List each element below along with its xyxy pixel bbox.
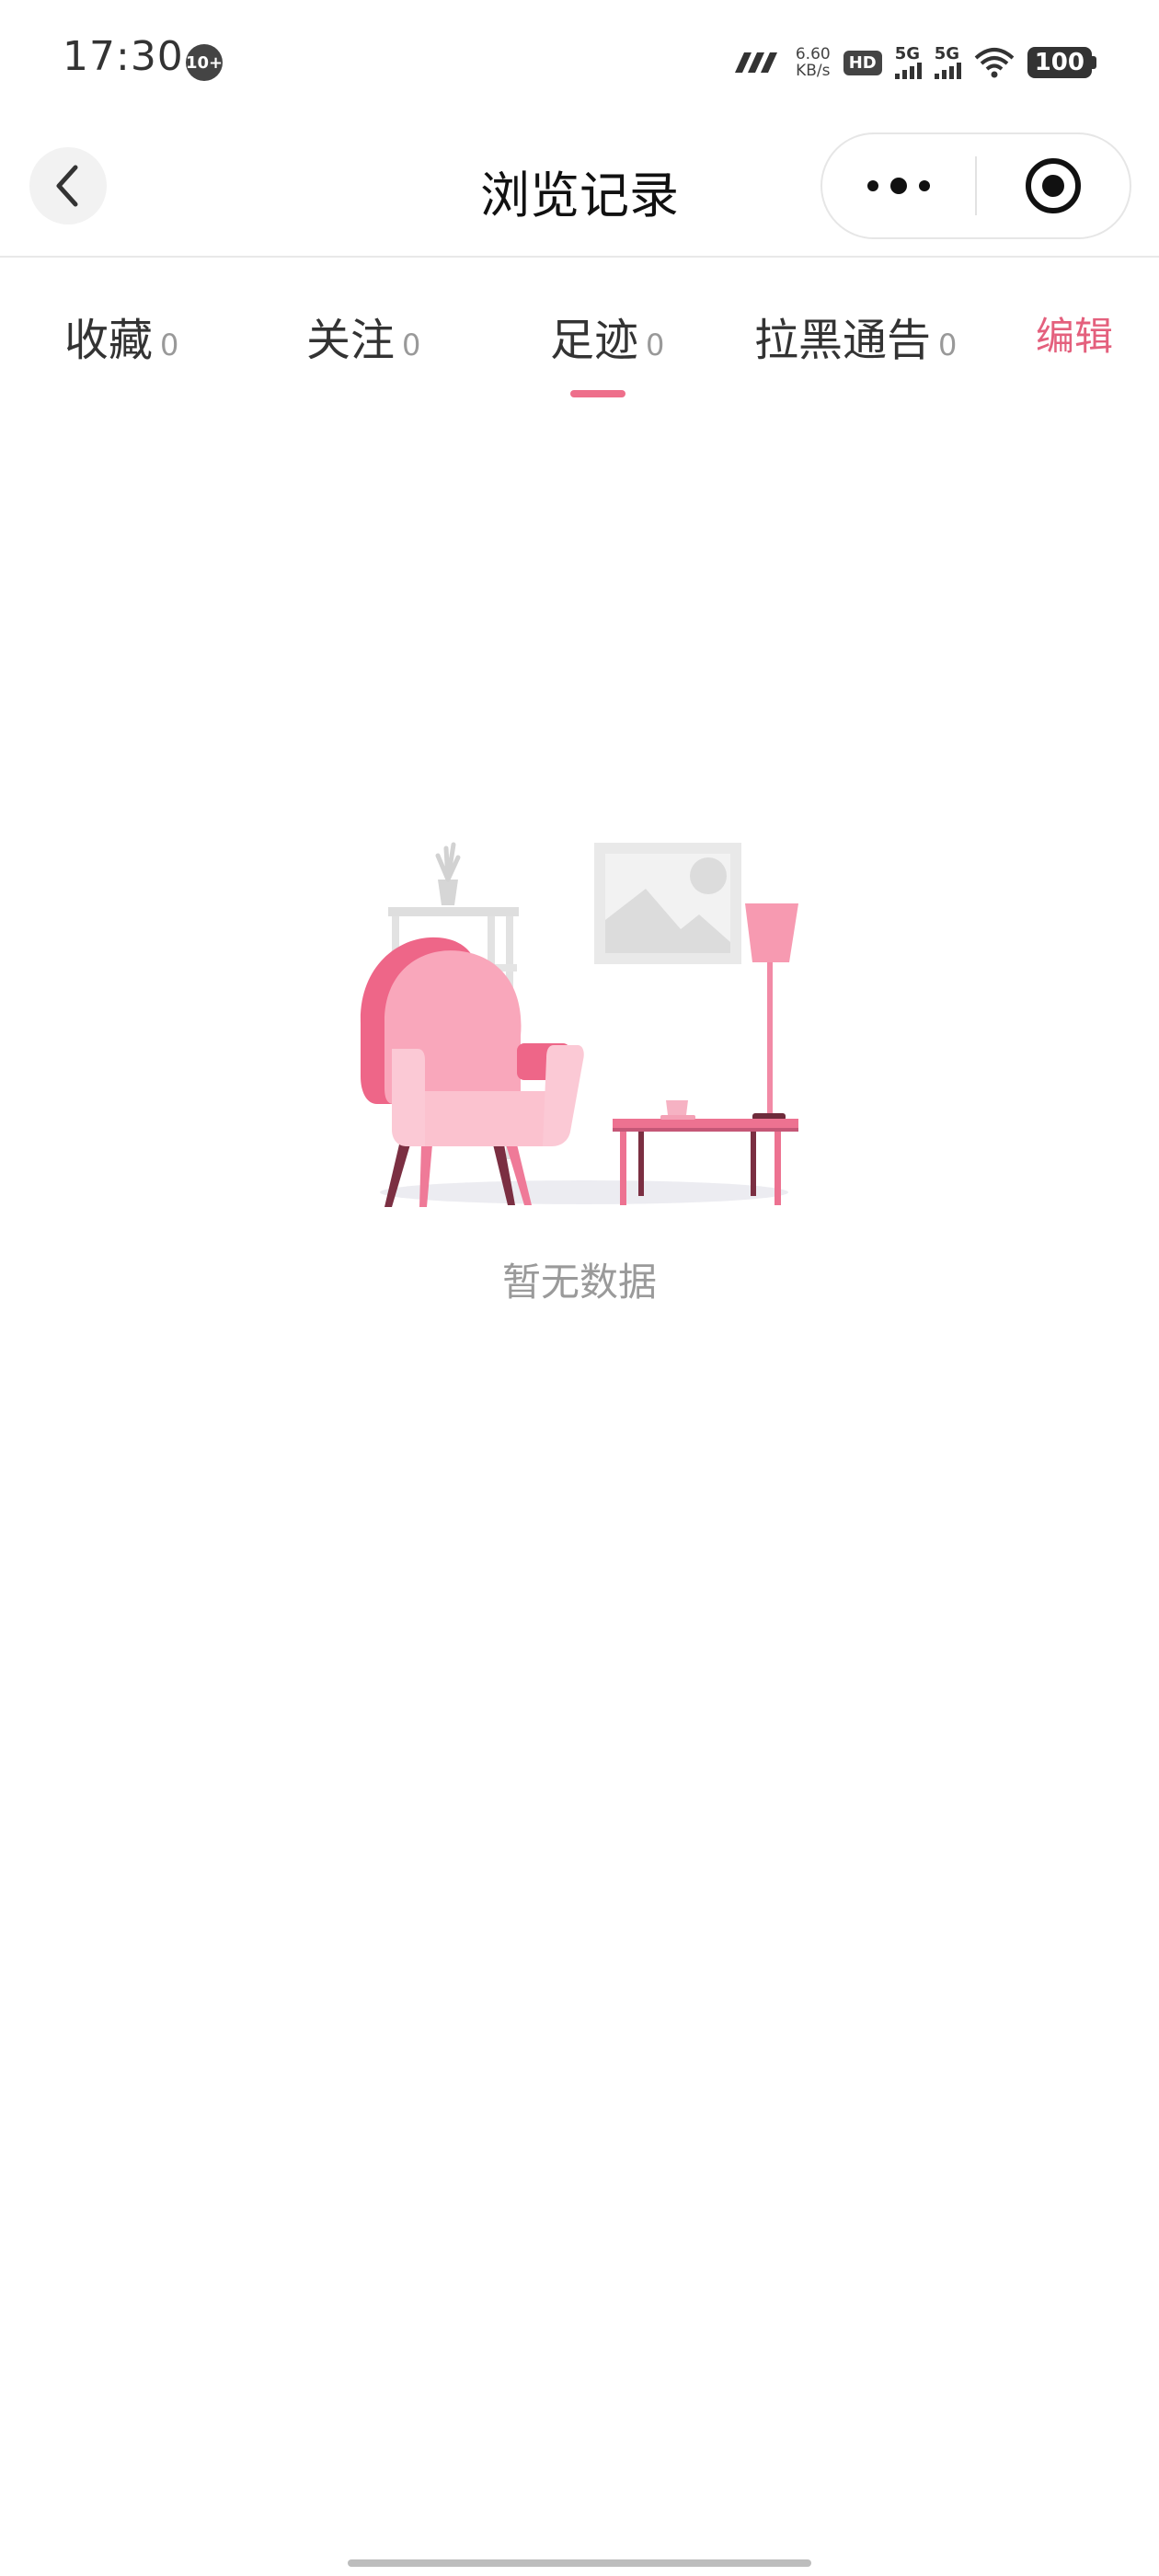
home-indicator[interactable] xyxy=(348,2559,811,2567)
more-button[interactable] xyxy=(822,134,975,237)
close-mini-program-button[interactable] xyxy=(977,134,1130,237)
status-bar: 17:30 10+ 6.60 KB/s HD 5G 5G 100 xyxy=(0,0,1159,120)
mini-program-capsule xyxy=(820,132,1131,239)
nfc-icon xyxy=(734,52,777,73)
target-circle-icon xyxy=(1026,158,1081,213)
nav-bar: 浏览记录 xyxy=(0,120,1159,258)
notification-badge: 10+ xyxy=(186,44,223,81)
empty-state-message: 暂无数据 xyxy=(501,1259,657,1305)
tab-bar: 收藏 0 关注 0 足迹 0 拉黑通告 0 编辑 xyxy=(0,259,1159,407)
net-speed: 6.60 KB/s xyxy=(795,45,831,80)
wifi-icon xyxy=(974,48,1015,78)
active-tab-indicator xyxy=(570,390,625,397)
edit-button[interactable]: 编辑 xyxy=(1036,305,1113,362)
signal-1-icon: 5G xyxy=(894,46,922,79)
more-dots-icon xyxy=(867,178,930,194)
hd-icon: HD xyxy=(843,50,882,75)
armchair-room-illustration xyxy=(360,842,798,1207)
status-icons: 6.60 KB/s HD 5G 5G 100 xyxy=(731,37,1096,88)
tab-blocked-notices[interactable]: 拉黑通告 0 xyxy=(754,304,957,368)
status-time: 17:30 xyxy=(63,33,184,80)
tab-following[interactable]: 关注 0 xyxy=(306,304,420,368)
tab-favorites[interactable]: 收藏 0 xyxy=(64,304,178,368)
signal-2-icon: 5G xyxy=(934,46,961,79)
tab-footprints[interactable]: 足迹 0 xyxy=(550,304,664,368)
battery-icon: 100 xyxy=(1027,47,1096,78)
